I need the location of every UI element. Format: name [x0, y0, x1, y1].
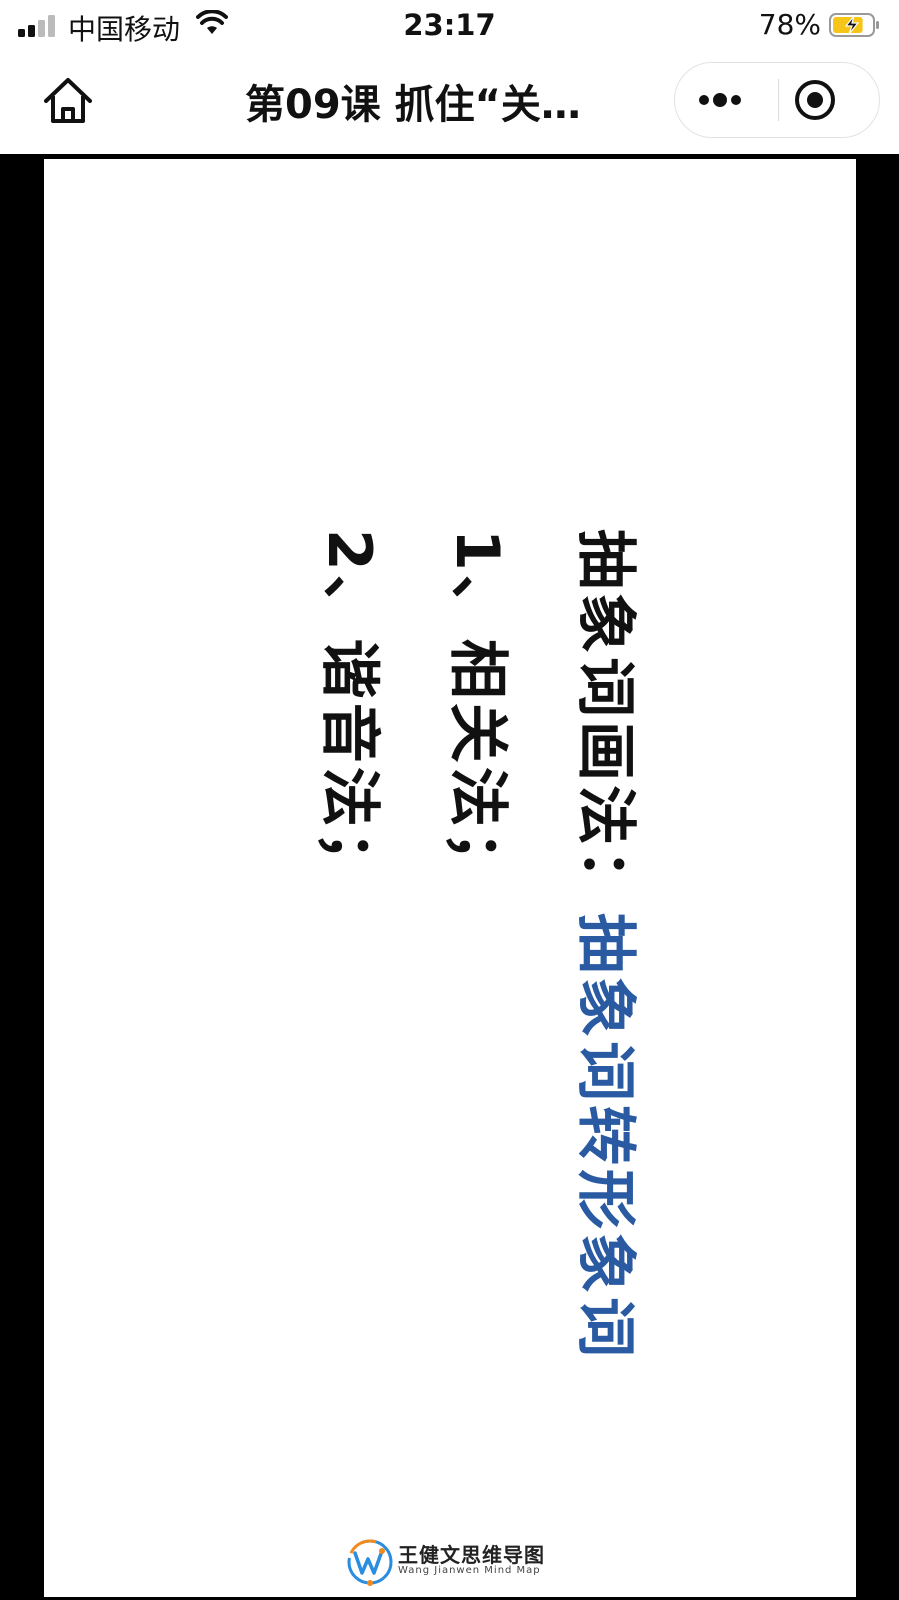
nav-bar: 第09课 抓住“关…	[0, 50, 899, 154]
slide-heading: 抽象词画法：抽象词转形象词	[541, 529, 669, 1361]
more-dots-icon[interactable]	[675, 63, 777, 137]
battery-charging-icon	[829, 13, 879, 37]
battery-percentage: 78%	[758, 8, 821, 41]
logo-text-en: Wang Jianwen Mind Map	[398, 1565, 541, 1576]
heading-accent: 抽象词转形象词	[570, 913, 640, 1361]
list-item-2: 2、谐音法；	[314, 529, 384, 895]
list-item-1: 1、相关法；	[442, 529, 512, 895]
slide-rotated-text: 抽象词画法：抽象词转形象词 1、相关法； 2、谐音法；	[285, 529, 669, 1361]
page-title: 第09课 抓住“关…	[245, 82, 581, 128]
brand-logo-icon	[347, 1539, 393, 1586]
slide-page: 抽象词画法：抽象词转形象词 1、相关法； 2、谐音法； 王健文思维导图 Wang…	[44, 159, 856, 1597]
target-close-icon[interactable]	[779, 63, 881, 137]
document-viewer[interactable]: 抽象词画法：抽象词转形象词 1、相关法； 2、谐音法； 王健文思维导图 Wang…	[0, 154, 899, 1600]
brand-logo: 王健文思维导图 Wang Jianwen Mind Map	[346, 1537, 566, 1587]
logo-text-cn: 王健文思维导图	[398, 1543, 545, 1567]
miniprogram-capsule	[674, 62, 880, 138]
status-bar: 中国移动 23:17 78%	[0, 0, 899, 50]
home-icon[interactable]	[38, 71, 98, 131]
heading-prefix: 抽象词画法：	[570, 529, 640, 913]
